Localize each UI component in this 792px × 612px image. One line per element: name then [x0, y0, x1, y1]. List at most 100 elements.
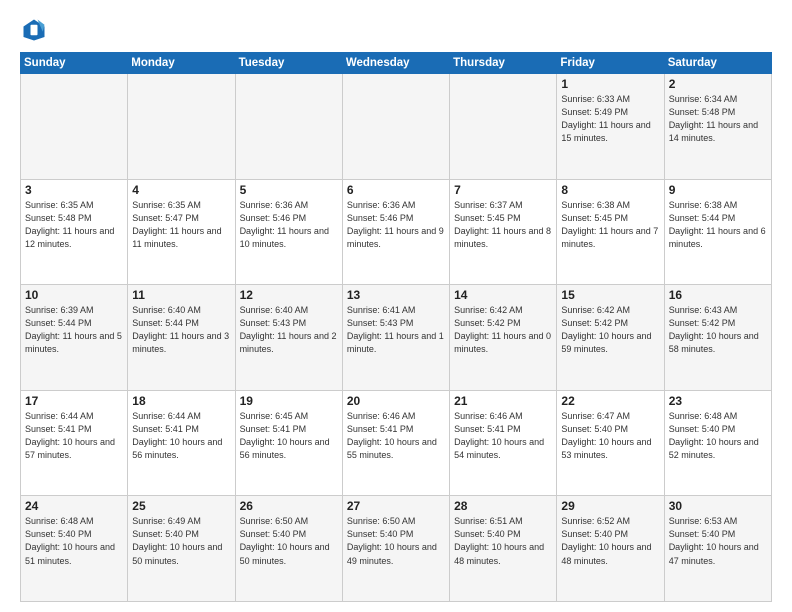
week-row-1: 1 Sunrise: 6:33 AM Sunset: 5:49 PM Daylig… — [21, 74, 772, 180]
day-cell — [21, 74, 128, 180]
col-header-thursday: Thursday — [450, 53, 557, 74]
day-number: 20 — [347, 394, 445, 408]
col-header-friday: Friday — [557, 53, 664, 74]
day-cell: 18 Sunrise: 6:44 AM Sunset: 5:41 PM Dayli… — [128, 390, 235, 496]
week-row-4: 17 Sunrise: 6:44 AM Sunset: 5:41 PM Dayli… — [21, 390, 772, 496]
day-cell: 20 Sunrise: 6:46 AM Sunset: 5:41 PM Dayli… — [342, 390, 449, 496]
day-cell: 13 Sunrise: 6:41 AM Sunset: 5:43 PM Dayli… — [342, 285, 449, 391]
day-number: 18 — [132, 394, 230, 408]
day-cell — [342, 74, 449, 180]
day-cell: 6 Sunrise: 6:36 AM Sunset: 5:46 PM Daylig… — [342, 179, 449, 285]
day-number: 26 — [240, 499, 338, 513]
day-info: Sunrise: 6:37 AM Sunset: 5:45 PM Dayligh… — [454, 199, 552, 251]
week-row-2: 3 Sunrise: 6:35 AM Sunset: 5:48 PM Daylig… — [21, 179, 772, 285]
day-number: 28 — [454, 499, 552, 513]
day-number: 29 — [561, 499, 659, 513]
day-info: Sunrise: 6:52 AM Sunset: 5:40 PM Dayligh… — [561, 515, 659, 567]
day-cell: 5Sunrise: 6:36 AM Sunset: 5:46 PM Daylig… — [235, 179, 342, 285]
day-info: Sunrise: 6:39 AM Sunset: 5:44 PM Dayligh… — [25, 304, 123, 356]
day-number: 21 — [454, 394, 552, 408]
day-cell: 4Sunrise: 6:35 AM Sunset: 5:47 PM Daylig… — [128, 179, 235, 285]
calendar: SundayMondayTuesdayWednesdayThursdayFrid… — [20, 52, 772, 602]
col-header-wednesday: Wednesday — [342, 53, 449, 74]
day-info: Sunrise: 6:34 AM Sunset: 5:48 PM Dayligh… — [669, 93, 767, 145]
day-cell: 7 Sunrise: 6:37 AM Sunset: 5:45 PM Daylig… — [450, 179, 557, 285]
day-cell: 12 Sunrise: 6:40 AM Sunset: 5:43 PM Dayli… — [235, 285, 342, 391]
day-number: 22 — [561, 394, 659, 408]
day-info: Sunrise: 6:48 AM Sunset: 5:40 PM Dayligh… — [669, 410, 767, 462]
col-header-sunday: Sunday — [21, 53, 128, 74]
day-cell: 23 Sunrise: 6:48 AM Sunset: 5:40 PM Dayli… — [664, 390, 771, 496]
day-info: Sunrise: 6:46 AM Sunset: 5:41 PM Dayligh… — [347, 410, 445, 462]
day-number: 13 — [347, 288, 445, 302]
day-number: 16 — [669, 288, 767, 302]
day-number: 6 — [347, 183, 445, 197]
day-number: 24 — [25, 499, 123, 513]
day-info: Sunrise: 6:43 AM Sunset: 5:42 PM Dayligh… — [669, 304, 767, 356]
logo — [20, 16, 52, 44]
day-number: 9 — [669, 183, 767, 197]
day-number: 15 — [561, 288, 659, 302]
day-number: 23 — [669, 394, 767, 408]
day-info: Sunrise: 6:46 AM Sunset: 5:41 PM Dayligh… — [454, 410, 552, 462]
day-number: 30 — [669, 499, 767, 513]
day-info: Sunrise: 6:50 AM Sunset: 5:40 PM Dayligh… — [347, 515, 445, 567]
day-cell: 22 Sunrise: 6:47 AM Sunset: 5:40 PM Dayli… — [557, 390, 664, 496]
day-info: Sunrise: 6:44 AM Sunset: 5:41 PM Dayligh… — [132, 410, 230, 462]
day-info: Sunrise: 6:50 AM Sunset: 5:40 PM Dayligh… — [240, 515, 338, 567]
day-cell: 17 Sunrise: 6:44 AM Sunset: 5:41 PM Dayli… — [21, 390, 128, 496]
day-cell: 29 Sunrise: 6:52 AM Sunset: 5:40 PM Dayli… — [557, 496, 664, 602]
day-info: Sunrise: 6:38 AM Sunset: 5:44 PM Dayligh… — [669, 199, 767, 251]
day-info: Sunrise: 6:40 AM Sunset: 5:44 PM Dayligh… — [132, 304, 230, 356]
day-number: 17 — [25, 394, 123, 408]
day-cell: 26 Sunrise: 6:50 AM Sunset: 5:40 PM Dayli… — [235, 496, 342, 602]
day-cell: 21 Sunrise: 6:46 AM Sunset: 5:41 PM Dayli… — [450, 390, 557, 496]
week-row-5: 24Sunrise: 6:48 AM Sunset: 5:40 PM Dayli… — [21, 496, 772, 602]
day-cell: 8 Sunrise: 6:38 AM Sunset: 5:45 PM Daylig… — [557, 179, 664, 285]
logo-icon — [20, 16, 48, 44]
day-cell — [235, 74, 342, 180]
day-info: Sunrise: 6:36 AM Sunset: 5:46 PM Dayligh… — [347, 199, 445, 251]
day-number: 8 — [561, 183, 659, 197]
day-cell: 2 Sunrise: 6:34 AM Sunset: 5:48 PM Daylig… — [664, 74, 771, 180]
day-cell: 1 Sunrise: 6:33 AM Sunset: 5:49 PM Daylig… — [557, 74, 664, 180]
day-number: 7 — [454, 183, 552, 197]
day-cell — [450, 74, 557, 180]
day-cell: 3 Sunrise: 6:35 AM Sunset: 5:48 PM Daylig… — [21, 179, 128, 285]
week-row-3: 10 Sunrise: 6:39 AM Sunset: 5:44 PM Dayli… — [21, 285, 772, 391]
day-cell: 24Sunrise: 6:48 AM Sunset: 5:40 PM Dayli… — [21, 496, 128, 602]
day-info: Sunrise: 6:40 AM Sunset: 5:43 PM Dayligh… — [240, 304, 338, 356]
day-cell: 11 Sunrise: 6:40 AM Sunset: 5:44 PM Dayli… — [128, 285, 235, 391]
day-info: Sunrise: 6:51 AM Sunset: 5:40 PM Dayligh… — [454, 515, 552, 567]
day-info: Sunrise: 6:47 AM Sunset: 5:40 PM Dayligh… — [561, 410, 659, 462]
day-number: 10 — [25, 288, 123, 302]
col-header-tuesday: Tuesday — [235, 53, 342, 74]
day-cell: 28 Sunrise: 6:51 AM Sunset: 5:40 PM Dayli… — [450, 496, 557, 602]
day-info: Sunrise: 6:35 AM Sunset: 5:48 PM Dayligh… — [25, 199, 123, 251]
day-number: 11 — [132, 288, 230, 302]
day-cell: 19 Sunrise: 6:45 AM Sunset: 5:41 PM Dayli… — [235, 390, 342, 496]
col-header-monday: Monday — [128, 53, 235, 74]
day-cell: 25Sunrise: 6:49 AM Sunset: 5:40 PM Dayli… — [128, 496, 235, 602]
day-info: Sunrise: 6:33 AM Sunset: 5:49 PM Dayligh… — [561, 93, 659, 145]
day-number: 19 — [240, 394, 338, 408]
day-number: 14 — [454, 288, 552, 302]
day-number: 1 — [561, 77, 659, 91]
day-info: Sunrise: 6:41 AM Sunset: 5:43 PM Dayligh… — [347, 304, 445, 356]
day-cell: 9 Sunrise: 6:38 AM Sunset: 5:44 PM Daylig… — [664, 179, 771, 285]
header — [20, 16, 772, 44]
day-info: Sunrise: 6:49 AM Sunset: 5:40 PM Dayligh… — [132, 515, 230, 567]
day-number: 3 — [25, 183, 123, 197]
day-number: 2 — [669, 77, 767, 91]
day-cell: 30Sunrise: 6:53 AM Sunset: 5:40 PM Dayli… — [664, 496, 771, 602]
day-info: Sunrise: 6:42 AM Sunset: 5:42 PM Dayligh… — [454, 304, 552, 356]
day-number: 12 — [240, 288, 338, 302]
day-info: Sunrise: 6:44 AM Sunset: 5:41 PM Dayligh… — [25, 410, 123, 462]
day-cell: 15Sunrise: 6:42 AM Sunset: 5:42 PM Dayli… — [557, 285, 664, 391]
col-header-saturday: Saturday — [664, 53, 771, 74]
page: SundayMondayTuesdayWednesdayThursdayFrid… — [0, 0, 792, 612]
day-cell: 16 Sunrise: 6:43 AM Sunset: 5:42 PM Dayli… — [664, 285, 771, 391]
day-number: 5 — [240, 183, 338, 197]
day-info: Sunrise: 6:45 AM Sunset: 5:41 PM Dayligh… — [240, 410, 338, 462]
day-info: Sunrise: 6:38 AM Sunset: 5:45 PM Dayligh… — [561, 199, 659, 251]
